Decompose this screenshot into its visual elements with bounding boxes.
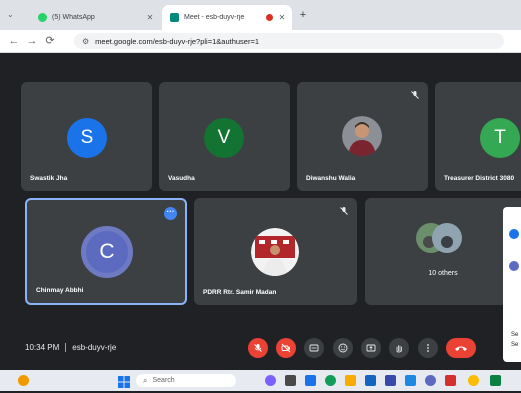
avatar: T (480, 118, 520, 158)
avatar-photo (251, 228, 299, 276)
participant-tile[interactable]: V Vasudha (159, 82, 290, 191)
side-panel[interactable]: Se Se (503, 207, 521, 362)
avatar-photo (342, 116, 382, 156)
avatar-initial: V (217, 127, 231, 148)
mail-icon[interactable] (405, 375, 416, 386)
avatar-initial: C (99, 240, 115, 263)
chevron-down-icon[interactable]: ⌄ (7, 10, 14, 19)
close-icon[interactable]: ✕ (276, 13, 288, 22)
avatar: S (67, 118, 107, 158)
tab-title: Meet - esb-duyv-rje (184, 14, 245, 21)
others-count: 10 others (428, 270, 458, 277)
side-panel-text: Se (511, 342, 519, 348)
tab-whatsapp[interactable]: (5) WhatsApp ✕ (30, 5, 160, 30)
leave-call-button[interactable] (446, 338, 476, 358)
emoji-icon (338, 343, 348, 353)
participant-name: Vasudha (168, 175, 195, 182)
app-icon[interactable] (445, 375, 456, 386)
meeting-info: 10:34 PM esb-duyv-rje (25, 343, 117, 353)
file-explorer-icon[interactable] (345, 375, 356, 386)
search-placeholder: Search (152, 377, 175, 384)
participant-tile[interactable]: T Treasurer District 3080 (435, 82, 521, 191)
app-icon[interactable] (490, 375, 501, 386)
participant-tile[interactable]: Diwanshu Walia (297, 82, 428, 191)
participant-tile-active[interactable]: ··· C Chinmay Abbhi (25, 198, 187, 305)
present-screen-icon (366, 344, 376, 352)
edge-icon[interactable] (325, 375, 336, 386)
participant-tile[interactable]: PDRR Rtr. Samir Madan (194, 198, 357, 305)
raise-hand-button[interactable] (389, 338, 409, 358)
mic-off-icon (340, 207, 348, 215)
avatar: C (81, 226, 133, 278)
others-tile[interactable]: 10 others (365, 198, 521, 305)
tab-meet[interactable]: Meet - esb-duyv-rje ✕ (162, 5, 292, 30)
forward-button[interactable]: → (24, 33, 40, 49)
participant-name: Swastik Jha (30, 175, 68, 182)
mic-off-icon (411, 91, 419, 99)
browser-toolbar: ← → ⟳ ⚙ meet.google.com/esb-duyv-rje?pli… (0, 30, 521, 53)
participant-name: Chinmay Abbhi (36, 287, 84, 294)
hand-icon (396, 345, 402, 353)
divider (65, 343, 67, 353)
participant-name: PDRR Rtr. Samir Madan (203, 289, 277, 296)
avatar-initial: T (494, 127, 506, 148)
meet-icon (170, 13, 179, 22)
close-icon[interactable]: ✕ (144, 13, 156, 22)
more-options-button[interactable] (418, 338, 438, 358)
camera-toggle-button[interactable] (276, 338, 296, 358)
tab-title: (5) WhatsApp (52, 14, 95, 21)
captions-button[interactable] (304, 338, 324, 358)
more-options-icon[interactable]: ··· (164, 207, 177, 220)
taskbar: ⌕ Search (0, 370, 521, 391)
search-icon: ⌕ (143, 375, 148, 385)
new-tab-button[interactable]: + (296, 8, 310, 22)
participant-name: Diwanshu Walia (306, 175, 356, 182)
meeting-time: 10:34 PM (25, 343, 60, 352)
captions-icon (309, 344, 319, 352)
chrome-icon[interactable] (468, 375, 479, 386)
address-bar[interactable]: ⚙ meet.google.com/esb-duyv-rje?pli=1&aut… (74, 33, 504, 49)
side-panel-avatar (509, 261, 519, 271)
side-panel-text: Se (511, 332, 519, 338)
whatsapp-icon (38, 13, 47, 22)
chat-icon[interactable] (305, 375, 316, 386)
others-avatars (416, 223, 462, 253)
site-info-icon[interactable]: ⚙ (82, 37, 89, 46)
app-icon[interactable] (425, 375, 436, 386)
call-end-icon (455, 346, 467, 351)
back-button[interactable]: ← (6, 33, 22, 49)
store-icon[interactable] (365, 375, 376, 386)
camera-off-icon (281, 343, 291, 353)
task-view-icon[interactable] (285, 375, 296, 386)
more-vert-icon (427, 344, 429, 352)
app-icon[interactable] (385, 375, 396, 386)
recording-icon (266, 14, 273, 21)
participant-name: Treasurer District 3080 (444, 175, 515, 182)
side-panel-avatar (509, 229, 519, 239)
taskbar-search[interactable]: ⌕ Search (136, 374, 236, 387)
windows-start-icon[interactable] (118, 375, 130, 388)
meeting-code: esb-duyv-rje (72, 343, 117, 352)
avatar: V (204, 118, 244, 158)
present-button[interactable] (361, 338, 381, 358)
mic-off-icon (254, 344, 262, 352)
url-text: meet.google.com/esb-duyv-rje?pli=1&authu… (95, 36, 260, 46)
reload-button[interactable]: ⟳ (42, 33, 58, 49)
emoji-button[interactable] (333, 338, 353, 358)
participant-tile[interactable]: S Swastik Jha (21, 82, 152, 191)
avatar-initial: S (80, 127, 94, 148)
weather-icon[interactable] (18, 375, 29, 386)
mic-toggle-button[interactable] (248, 338, 268, 358)
tab-strip: ⌄ (5) WhatsApp ✕ Meet - esb-duyv-rje ✕ + (0, 0, 521, 30)
copilot-icon[interactable] (265, 375, 276, 386)
